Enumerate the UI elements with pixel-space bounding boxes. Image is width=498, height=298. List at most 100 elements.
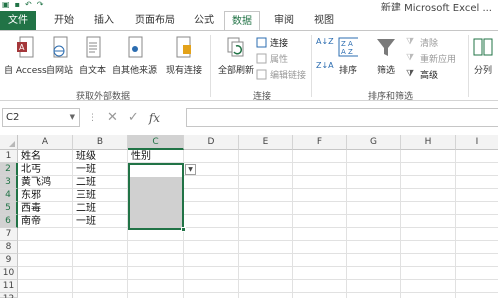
from-other-sources-button[interactable]: 自其他来源 (112, 34, 157, 76)
gridline (238, 150, 239, 298)
reapply-icon: ⧩ (406, 53, 415, 63)
cell-B1[interactable]: 班级 (74, 150, 96, 163)
chevron-down-icon: ▼ (188, 166, 193, 173)
quick-access-toolbar: ▣ ▪ ↶ ↷ (2, 0, 43, 10)
reapply-button[interactable]: ⧩ 重新应用 (406, 52, 456, 65)
cell-B6[interactable]: 一班 (74, 215, 96, 228)
gridline (400, 150, 401, 298)
edit-links-icon (256, 69, 267, 80)
tab-formulas[interactable]: 公式 (186, 11, 222, 30)
cell-B5[interactable]: 二班 (74, 202, 96, 215)
row-header[interactable]: 11 (0, 280, 18, 293)
column-header[interactable]: G (347, 135, 401, 150)
sort-az-icon: A↓Z (316, 37, 334, 46)
column-header[interactable]: E (239, 135, 293, 150)
ribbon-data: A 自 Access 自网站 自文本 自其他来源 现有连接 获取外部数据 全部刷… (0, 31, 498, 102)
row-header[interactable]: 6 (0, 215, 18, 228)
gridline (18, 266, 498, 267)
cell-A5[interactable]: 西毒 (19, 202, 41, 215)
column-header[interactable]: C (128, 135, 184, 150)
web-icon (50, 34, 70, 60)
group-label-external-data: 获取外部数据 (76, 92, 131, 102)
fill-handle[interactable] (181, 227, 186, 232)
column-header[interactable]: F (293, 135, 347, 150)
gridline (292, 150, 293, 298)
from-access-button[interactable]: A 自 Access (4, 34, 47, 76)
cancel-icon[interactable]: ✕ (107, 110, 118, 125)
advanced-filter-button[interactable]: ⧩ 高级 (406, 68, 438, 81)
tab-data[interactable]: 数据 (224, 11, 260, 31)
more-icon: ⋮ (88, 112, 97, 123)
row-header[interactable]: 7 (0, 228, 18, 241)
tab-view[interactable]: 视图 (306, 11, 342, 30)
from-web-button[interactable]: 自网站 (46, 34, 73, 76)
sort-ascending-button[interactable]: A↓Z (316, 37, 334, 46)
row-header[interactable]: 5 (0, 202, 18, 215)
edit-links-button[interactable]: 编辑链接 (256, 68, 306, 81)
formula-input[interactable] (186, 108, 498, 127)
cell-B2[interactable]: 一班 (74, 163, 96, 176)
cell-C1[interactable]: 性别 (129, 150, 151, 163)
column-header[interactable]: H (401, 135, 456, 150)
sort-button[interactable]: Z AA Z 排序 (338, 34, 358, 76)
filter-button[interactable]: 筛选 (376, 34, 396, 76)
cell-A4[interactable]: 东邪 (19, 189, 41, 202)
cell-A6[interactable]: 南帝 (19, 215, 41, 228)
chevron-down-icon[interactable]: ▼ (70, 109, 75, 126)
name-box[interactable]: C2 ▼ (2, 108, 80, 127)
row-header[interactable]: 9 (0, 254, 18, 267)
text-to-columns-icon (473, 34, 493, 60)
row-header[interactable]: 10 (0, 267, 18, 280)
formula-bar-buttons: ⋮ ✕ ✓ fx (88, 108, 160, 127)
row-header[interactable]: 1 (0, 150, 18, 163)
gridline (18, 279, 498, 280)
ribbon-tabs: 文件 开始 插入 页面布局 公式 数据 审阅 视图 (0, 11, 498, 31)
filter-funnel-icon (376, 34, 396, 60)
refresh-icon (226, 34, 246, 60)
tab-page-layout[interactable]: 页面布局 (130, 11, 180, 30)
sort-icon: Z AA Z (338, 34, 358, 60)
tab-review[interactable]: 审阅 (266, 11, 302, 30)
existing-connections-button[interactable]: 现有连接 (166, 34, 202, 76)
row-header[interactable]: 3 (0, 176, 18, 189)
sort-descending-button[interactable]: Z↓A (316, 61, 334, 70)
tab-insert[interactable]: 插入 (86, 11, 122, 30)
active-cell[interactable] (130, 165, 182, 177)
column-header[interactable]: A (18, 135, 73, 150)
name-box-value: C2 (6, 112, 20, 123)
access-icon: A (15, 34, 35, 60)
select-all-button[interactable] (0, 135, 18, 150)
svg-text:A Z: A Z (341, 48, 353, 56)
gridline (455, 150, 456, 298)
insert-function-icon[interactable]: fx (149, 111, 160, 125)
column-header[interactable]: I (456, 135, 498, 150)
column-header[interactable]: B (73, 135, 128, 150)
formula-bar: C2 ▼ ⋮ ✕ ✓ fx (0, 107, 498, 129)
enter-icon[interactable]: ✓ (128, 110, 139, 125)
row-header[interactable]: 2 (0, 163, 18, 176)
text-to-columns-button[interactable]: 分列 (473, 34, 493, 76)
cell-A3[interactable]: 黄飞鸿 (19, 176, 51, 189)
row-header[interactable]: 4 (0, 189, 18, 202)
from-text-button[interactable]: 自文本 (79, 34, 106, 76)
row-header[interactable]: 8 (0, 241, 18, 254)
tab-home[interactable]: 开始 (46, 11, 82, 30)
selection-range[interactable] (128, 163, 184, 230)
cell-A2[interactable]: 北丐 (19, 163, 41, 176)
row-header[interactable]: 12 (0, 293, 18, 298)
connections-button[interactable]: 连接 (256, 36, 288, 49)
redo-icon[interactable]: ↷ (37, 0, 44, 10)
properties-button[interactable]: 属性 (256, 52, 288, 65)
validation-dropdown-button[interactable]: ▼ (185, 164, 196, 175)
gridline (18, 240, 498, 241)
refresh-all-button[interactable]: 全部刷新 (218, 34, 254, 76)
cell-A1[interactable]: 姓名 (19, 150, 41, 163)
sort-za-icon: Z↓A (316, 61, 334, 70)
save-icon[interactable]: ▪ (15, 0, 20, 10)
tab-file[interactable]: 文件 (0, 11, 36, 30)
column-header[interactable]: D (184, 135, 239, 150)
cell-B3[interactable]: 二班 (74, 176, 96, 189)
undo-icon[interactable]: ↶ (25, 0, 32, 10)
clear-filter-button[interactable]: ⧩ 清除 (406, 36, 438, 49)
cell-B4[interactable]: 三班 (74, 189, 96, 202)
